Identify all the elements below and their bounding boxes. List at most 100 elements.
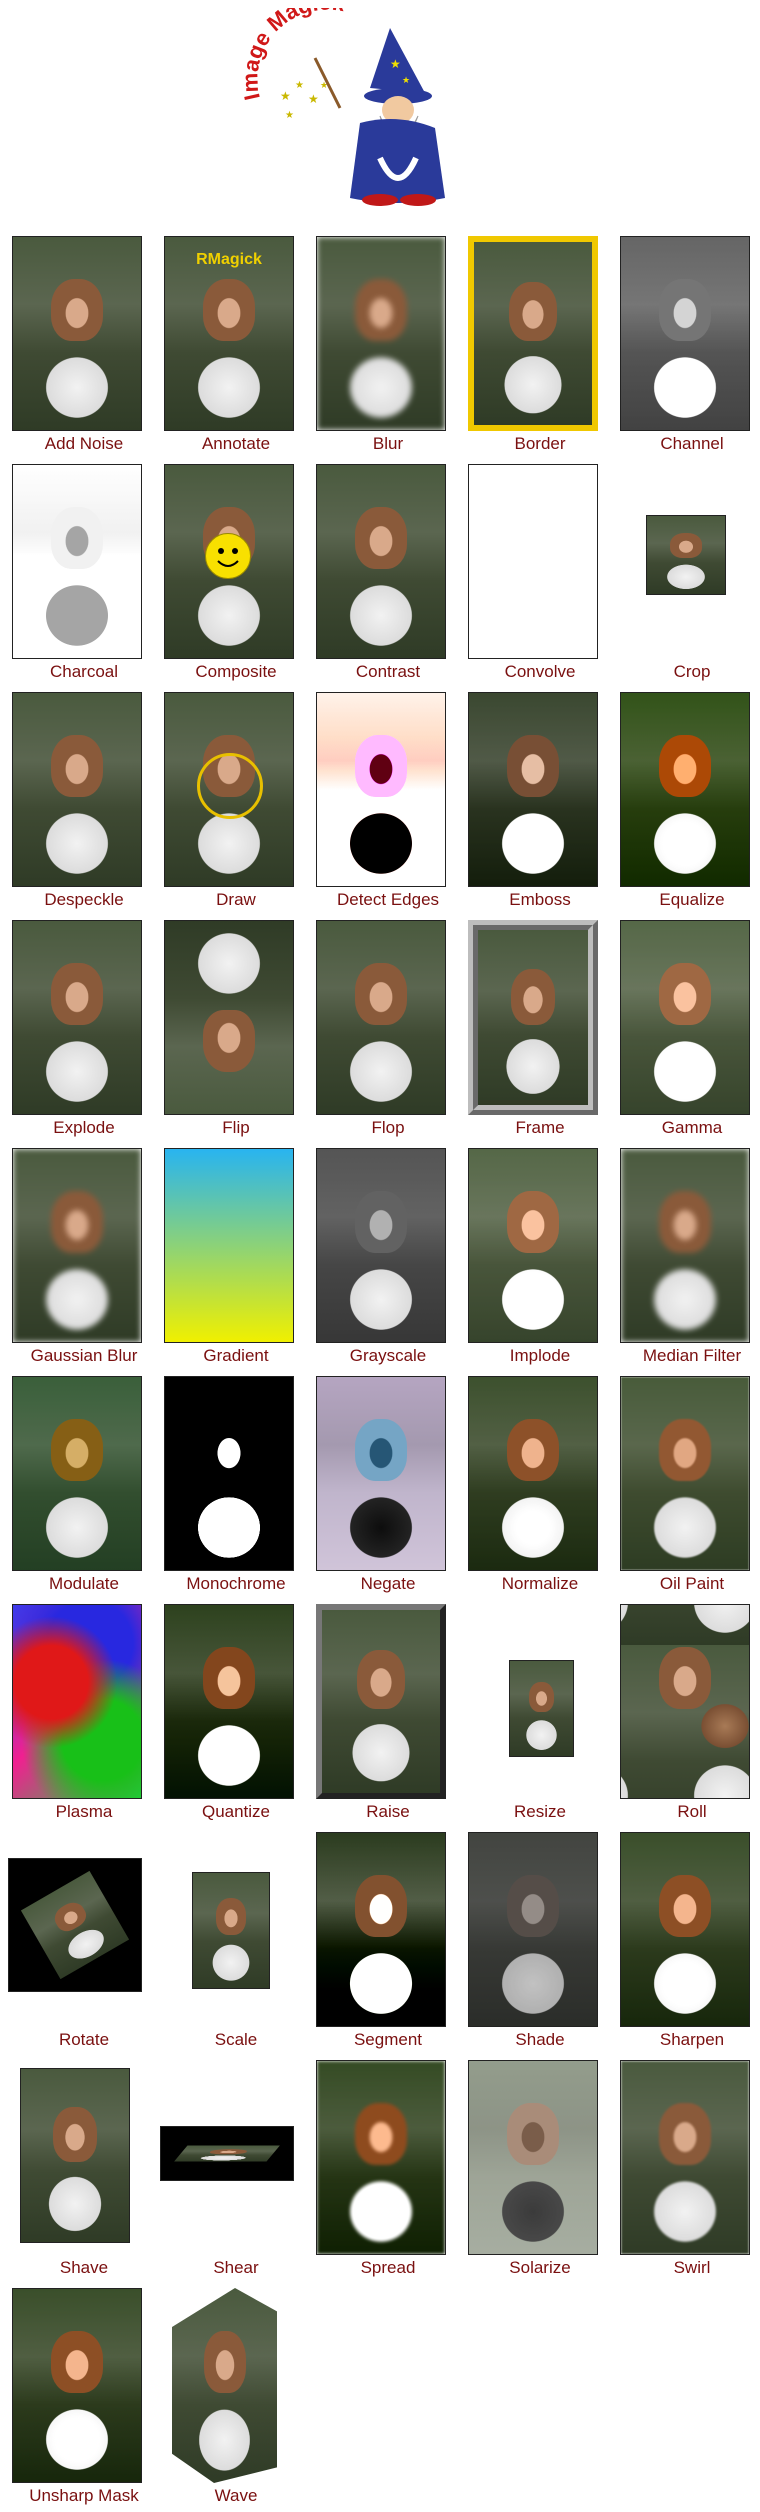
- effect-channel: Channel: [616, 232, 760, 460]
- portrait-image: [13, 237, 141, 430]
- portrait-image: [165, 1605, 293, 1798]
- effect-contrast-thumbnail: [316, 464, 446, 659]
- effect-unsharp-mask-thumbnail: [12, 2288, 142, 2483]
- effect-rotate-thumbnail: [8, 1858, 142, 1992]
- effect-add-noise-thumbnail: [12, 236, 142, 431]
- drawn-circle: [197, 753, 263, 819]
- effect-label: Shave: [59, 2258, 109, 2277]
- effect-spread-thumbnail: [316, 2060, 446, 2255]
- effect-flop: Flop: [312, 916, 464, 1144]
- portrait-image: [13, 465, 141, 658]
- svg-text:★: ★: [295, 80, 304, 91]
- effect-equalize-thumbnail: [620, 692, 750, 887]
- effect-flip: Flip: [160, 916, 312, 1144]
- effect-implode: Implode: [464, 1144, 616, 1372]
- effect-convolve: Convolve: [464, 460, 616, 688]
- effect-label: Unsharp Mask: [29, 2486, 139, 2505]
- portrait-image: [469, 1149, 597, 1342]
- effect-sharpen: Sharpen: [616, 1828, 760, 2056]
- effect-label: Modulate: [49, 1574, 119, 1593]
- effect-label: Detect Edges: [336, 890, 440, 909]
- portrait-image: [174, 2145, 280, 2162]
- effect-raise: Raise: [312, 1600, 464, 1828]
- effect-add-noise: Add Noise: [8, 232, 160, 460]
- effect-label: Explode: [53, 1118, 115, 1137]
- effect-swirl: Swirl: [616, 2056, 760, 2284]
- effect-segment-thumbnail: [316, 1832, 446, 2027]
- effect-solarize: Solarize: [464, 2056, 616, 2284]
- effect-plasma: Plasma: [8, 1600, 160, 1828]
- effect-segment: Segment: [312, 1828, 464, 2056]
- effect-equalize: Equalize: [616, 688, 760, 916]
- portrait-image: [621, 693, 749, 886]
- effect-convolve-thumbnail: [468, 464, 598, 659]
- effect-label: Median Filter: [642, 1346, 742, 1365]
- effect-despeckle: Despeckle: [8, 688, 160, 916]
- effect-crop: Crop: [616, 460, 760, 688]
- effect-shade: Shade: [464, 1828, 616, 2056]
- effect-label: Rotate: [58, 2030, 110, 2049]
- effect-shade-thumbnail: [468, 1832, 598, 2027]
- effect-resize: Resize: [464, 1600, 616, 1828]
- effect-scale-thumbnail: [192, 1872, 270, 1989]
- portrait-image: [621, 2061, 749, 2254]
- effect-label: Scale: [214, 2030, 258, 2049]
- effect-label: Plasma: [55, 1802, 113, 1821]
- effect-label: Gamma: [661, 1118, 723, 1137]
- effect-normalize-thumbnail: [468, 1376, 598, 1571]
- effect-composite: Composite: [160, 460, 312, 688]
- effect-frame: Frame: [464, 916, 616, 1144]
- effect-emboss: Emboss: [464, 688, 616, 916]
- effect-gradient-thumbnail: [164, 1148, 294, 1343]
- portrait-image: [13, 921, 141, 1114]
- portrait-image: [469, 1377, 597, 1570]
- effect-implode-thumbnail: [468, 1148, 598, 1343]
- effect-swirl-thumbnail: [620, 2060, 750, 2255]
- effect-normalize: Normalize: [464, 1372, 616, 1600]
- effect-quantize: Quantize: [160, 1600, 312, 1828]
- effect-roll: Roll: [616, 1600, 760, 1828]
- portrait-image: [13, 1377, 141, 1570]
- effect-label: Flop: [371, 1118, 405, 1137]
- effect-oil-paint: Oil Paint: [616, 1372, 760, 1600]
- effect-wave: Wave: [160, 2284, 312, 2512]
- effect-contrast: Contrast: [312, 460, 464, 688]
- effect-label: Negate: [360, 1574, 416, 1593]
- portrait-image: [647, 516, 725, 594]
- effect-annotate: RMagick Annotate: [160, 232, 312, 460]
- effect-label: Roll: [677, 1802, 707, 1821]
- portrait-image: [621, 1833, 749, 2026]
- portrait-image: [469, 1833, 597, 2026]
- effect-monochrome-thumbnail: [164, 1376, 294, 1571]
- portrait-image: [20, 1870, 130, 1980]
- effect-label: Contrast: [355, 662, 421, 681]
- effect-scale: Scale: [160, 1828, 312, 2056]
- effect-grayscale: Grayscale: [312, 1144, 464, 1372]
- effect-gamma: Gamma: [616, 916, 760, 1144]
- effect-label: Oil Paint: [659, 1574, 725, 1593]
- portrait-image: [317, 921, 445, 1114]
- effect-label: Composite: [195, 662, 277, 681]
- effect-unsharp-mask: Unsharp Mask: [8, 2284, 160, 2512]
- portrait-image: [478, 930, 588, 1105]
- effect-label: Solarize: [509, 2258, 571, 2277]
- effect-modulate-thumbnail: [12, 1376, 142, 1571]
- effect-modulate: Modulate: [8, 1372, 160, 1600]
- effect-shear-thumbnail: [160, 2126, 294, 2181]
- effect-label: Resize: [514, 1802, 566, 1821]
- effect-label: Segment: [353, 2030, 423, 2049]
- portrait-image: [317, 2061, 445, 2254]
- effect-label: Despeckle: [44, 890, 124, 909]
- portrait-image: [317, 1149, 445, 1342]
- effect-label: Implode: [509, 1346, 571, 1365]
- effect-emboss-thumbnail: [468, 692, 598, 887]
- effect-grayscale-thumbnail: [316, 1148, 446, 1343]
- effect-draw-thumbnail: [164, 692, 294, 887]
- effect-label: Gradient: [203, 1346, 269, 1365]
- effect-label: Spread: [360, 2258, 416, 2277]
- effect-gaussian-blur: Gaussian Blur: [8, 1144, 160, 1372]
- effect-gamma-thumbnail: [620, 920, 750, 1115]
- effect-explode: Explode: [8, 916, 160, 1144]
- svg-text:★: ★: [308, 92, 319, 106]
- effect-label: Swirl: [673, 2258, 711, 2277]
